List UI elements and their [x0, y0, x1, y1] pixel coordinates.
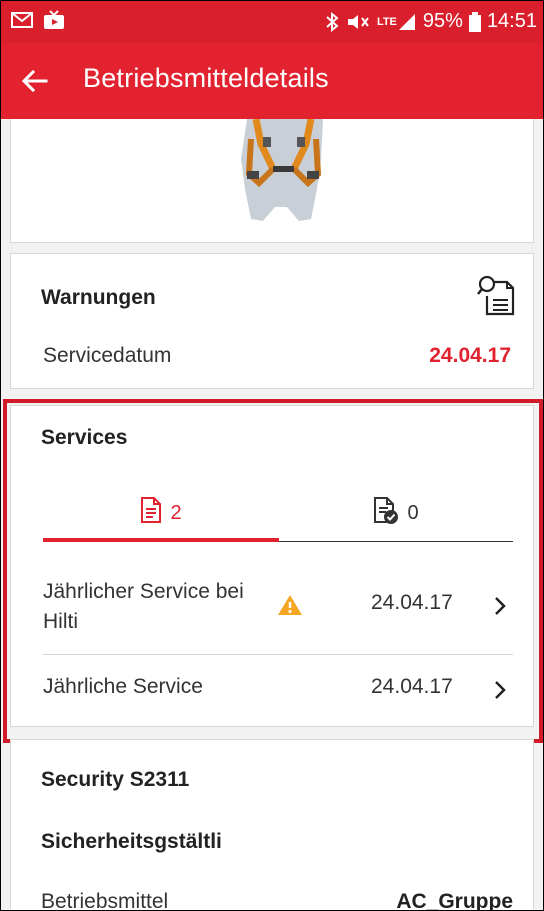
tab-completed-count: 0 — [407, 501, 419, 524]
battery-icon — [468, 11, 481, 32]
service-date-value: 24.04.17 — [429, 344, 511, 367]
service-row-label: Jährliche Service — [43, 675, 203, 698]
service-row[interactable]: Jährliche Service 24.04.17 — [43, 657, 513, 719]
equipment-type-value: AC_Gruppe — [396, 890, 513, 911]
page-title: Betriebsmitteldetails — [83, 63, 329, 93]
equipment-name: Security S2311 — [41, 768, 190, 791]
equipment-type-label: Betriebsmittel — [41, 890, 169, 911]
tab-active-indicator — [43, 538, 279, 542]
bluetooth-icon — [325, 11, 339, 32]
mail-icon — [11, 10, 33, 30]
mute-icon — [345, 12, 371, 32]
chevron-right-icon — [493, 679, 507, 706]
chevron-right-icon — [493, 595, 507, 622]
app-screen: LTE 95% 14:51 Betriebsmitteldetails Warn… — [0, 0, 544, 911]
battery-percent: 95% — [422, 10, 463, 32]
equipment-category: Sicherheitsgstältli — [41, 830, 222, 853]
services-title: Services — [41, 426, 128, 449]
document-icon — [140, 496, 162, 530]
service-row-label: Jährlicher Service bei Hilti — [43, 580, 244, 633]
lte-signal-icon: LTE — [377, 12, 417, 32]
tab-open-count: 2 — [170, 501, 182, 524]
service-row-date: 24.04.17 — [371, 675, 453, 698]
row-divider — [43, 654, 513, 655]
equipment-info-card: Security S2311 Sicherheitsgstältli Betri… — [10, 739, 534, 911]
document-search-icon[interactable] — [477, 274, 517, 323]
warning-icon — [277, 593, 303, 622]
tab-open-services[interactable]: 2 — [43, 485, 279, 541]
app-bar: Betriebsmitteldetails — [1, 43, 543, 119]
service-date-label: Servicedatum — [43, 344, 172, 367]
equipment-image-card — [10, 119, 534, 243]
warnings-card: Warnungen Servicedatum 24.04.17 — [10, 253, 534, 389]
service-row-date: 24.04.17 — [371, 591, 453, 614]
status-bar: LTE 95% 14:51 — [1, 1, 543, 43]
media-icon — [43, 10, 65, 30]
service-row[interactable]: Jährlicher Service bei Hilti 24.04.17 — [43, 561, 513, 653]
clock: 14:51 — [486, 10, 537, 32]
safety-harness-image — [241, 119, 323, 221]
tab-completed-services[interactable]: 0 — [279, 485, 513, 541]
back-arrow-icon[interactable] — [19, 65, 51, 97]
document-check-icon — [373, 496, 399, 530]
warnings-title: Warnungen — [41, 286, 156, 309]
